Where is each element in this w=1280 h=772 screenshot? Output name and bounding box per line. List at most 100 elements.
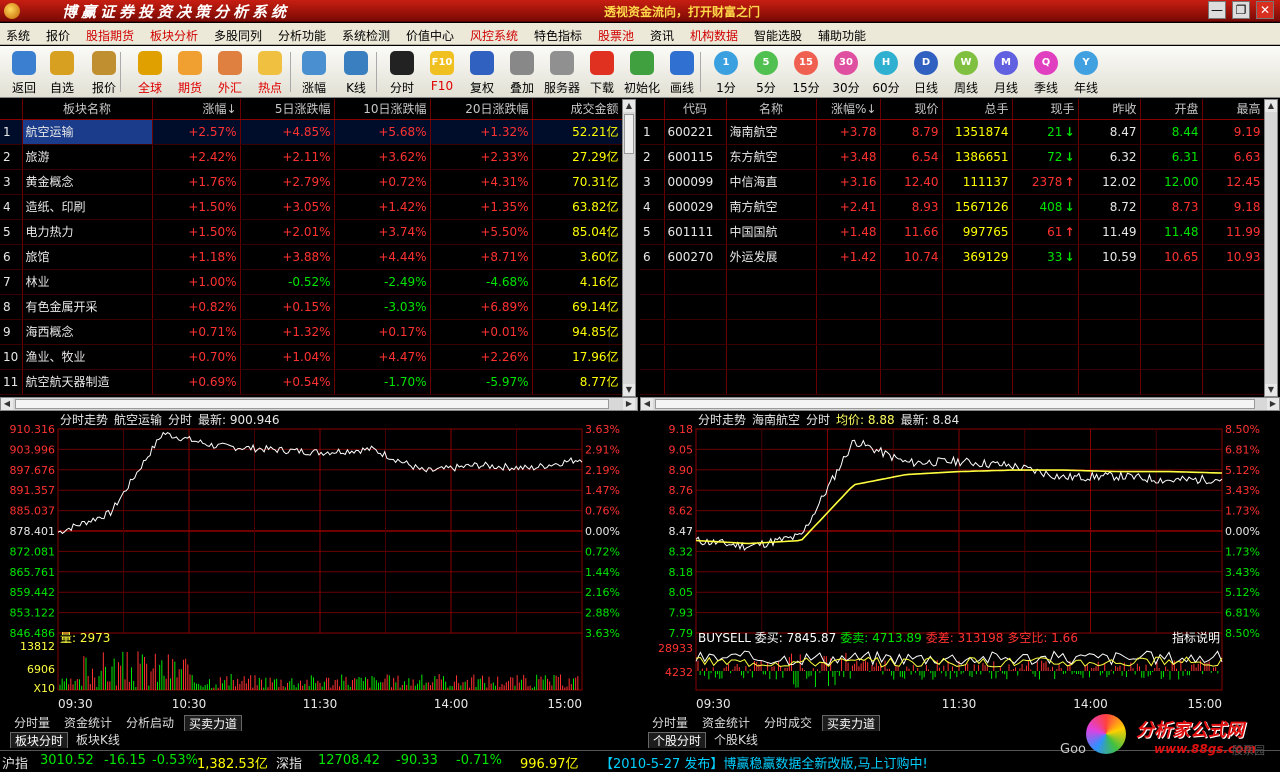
toolbar-period-15-button[interactable]: 15 15分: [788, 50, 824, 96]
stock-row[interactable]: 4 600029 南方航空 +2.41 8.93 1567126 408 ↓ 8.72 8.73 9…: [640, 194, 1265, 220]
scroll-up-icon[interactable]: ▲: [623, 100, 635, 112]
menu-item-14[interactable]: 辅助功能: [818, 27, 866, 44]
toolbar-kline-button[interactable]: K线: [338, 50, 374, 96]
sector-row[interactable]: 4 造纸、印刷 +1.50% +3.05% +1.42% +1.35% 63.82亿: [0, 194, 623, 220]
stock-col-header[interactable]: 现手: [1012, 99, 1079, 120]
stock-col-header[interactable]: 总手: [942, 99, 1013, 120]
news-ticker[interactable]: 【2010-5-27 发布】博赢稳赢数据全新改版,马上订购中!: [600, 753, 928, 772]
indicator-help-link[interactable]: 指标说明: [1172, 630, 1220, 645]
menu-item-11[interactable]: 资讯: [650, 27, 674, 44]
sector-col-header[interactable]: 成交金额: [532, 99, 623, 120]
sector-row[interactable]: 7 林业 +1.00% -0.52% -2.49% -4.68% 4.16亿: [0, 269, 623, 295]
stock-col-header[interactable]: 昨收: [1078, 99, 1141, 120]
toolbar-home-button[interactable]: 初始化: [624, 50, 660, 96]
stock-row[interactable]: 1 600221 海南航空 +3.78 8.79 1351874 21 ↓ 8.47 8.44 9.…: [640, 119, 1265, 145]
sector-row[interactable]: 3 黄金概念 +1.76% +2.79% +0.72% +4.31% 70.31亿: [0, 169, 623, 195]
menu-item-13[interactable]: 智能选股: [754, 27, 802, 44]
tab-分时量[interactable]: 分时量: [648, 715, 692, 731]
stock-col-header[interactable]: 名称: [726, 99, 817, 120]
toolbar-hotspot-button[interactable]: 热点: [252, 50, 288, 96]
menu-item-9[interactable]: 特色指标: [534, 27, 582, 44]
toolbar-back-button[interactable]: 返回: [6, 50, 42, 96]
toolbar-draw-line-button[interactable]: 画线: [664, 50, 700, 96]
toolbar-restore-right-button[interactable]: 复权: [464, 50, 500, 96]
menu-item-4[interactable]: 多股同列: [214, 27, 262, 44]
sector-row[interactable]: 9 海西概念 +0.71% +1.32% +0.17% +0.01% 94.85亿: [0, 319, 623, 345]
sector-intraday-chart[interactable]: 分时走势 航空运输 分时 最新: 900.946 910.316 3.63% 903.996…: [0, 413, 638, 713]
stock-row[interactable]: 6 600270 外运发展 +1.42 10.74 369129 33 ↓ 10.59 10.65…: [640, 244, 1265, 270]
toolbar-rank-table-button[interactable]: 涨幅: [296, 50, 332, 96]
sector-col-header[interactable]: 5日涨跌幅: [240, 99, 335, 120]
menu-item-3[interactable]: 板块分析: [150, 27, 198, 44]
menu-item-10[interactable]: 股票池: [598, 27, 634, 44]
toolbar-intraday-button[interactable]: 分时: [384, 50, 420, 96]
sector-hscroll[interactable]: ◀ ▶: [0, 397, 638, 411]
toolbar-futures-button[interactable]: 期货: [172, 50, 208, 96]
menu-item-5[interactable]: 分析功能: [278, 27, 326, 44]
scroll-right-icon[interactable]: ▶: [623, 398, 635, 410]
tab-买卖力道[interactable]: 买卖力道: [184, 715, 243, 731]
stock-row[interactable]: 2 600115 东方航空 +3.48 6.54 1386651 72 ↓ 6.32 6.31 6.…: [640, 144, 1265, 170]
close-button[interactable]: ✕: [1256, 1, 1274, 19]
sector-col-header[interactable]: 10日涨跌幅: [334, 99, 431, 120]
toolbar-f10-button[interactable]: F10 F10: [424, 50, 460, 96]
sh-index-name[interactable]: 沪指: [2, 753, 28, 772]
tab-板块K线[interactable]: 板块K线: [72, 732, 124, 748]
tab-分析启动[interactable]: 分析启动: [122, 715, 178, 731]
toolbar-period-year-button[interactable]: Y 年线: [1068, 50, 1104, 96]
sector-row[interactable]: 1 航空运输 +2.57% +4.85% +5.68% +1.32% 52.21亿: [0, 119, 623, 145]
toolbar-period-week-button[interactable]: W 周线: [948, 50, 984, 96]
menu-item-7[interactable]: 价值中心: [406, 27, 454, 44]
stock-col-header[interactable]: 开盘: [1140, 99, 1203, 120]
menu-item-8[interactable]: 风控系统: [470, 27, 518, 44]
toolbar-period-season-button[interactable]: Q 季线: [1028, 50, 1064, 96]
stock-col-header[interactable]: 最高: [1202, 99, 1265, 120]
stock-intraday-chart[interactable]: 分时走势 海南航空 分时 均价: 8.88 最新: 8.84 9.18 8.50% 9.05 6…: [640, 413, 1280, 713]
tab-分时量[interactable]: 分时量: [10, 715, 54, 731]
toolbar-period-5-button[interactable]: 5 5分: [748, 50, 784, 96]
scroll-up-icon[interactable]: ▲: [1265, 100, 1277, 112]
sector-col-header[interactable]: 20日涨跌幅: [430, 99, 533, 120]
scroll-left-icon[interactable]: ◀: [641, 398, 653, 410]
toolbar-download-button[interactable]: 下载: [584, 50, 620, 96]
toolbar-server-button[interactable]: 服务器: [544, 50, 580, 96]
toolbar-period-month-button[interactable]: M 月线: [988, 50, 1024, 96]
sector-vscroll[interactable]: ▲ ▼: [622, 99, 636, 397]
scroll-left-icon[interactable]: ◀: [1, 398, 13, 410]
tab-板块分时[interactable]: 板块分时: [10, 732, 69, 748]
stock-row[interactable]: 5 601111 中国国航 +1.48 11.66 997765 61 ↑ 11.49 11.48…: [640, 219, 1265, 245]
toolbar-overlay-button[interactable]: 叠加: [504, 50, 540, 96]
toolbar-forex-button[interactable]: 外汇: [212, 50, 248, 96]
sector-row[interactable]: 10 渔业、牧业 +0.70% +1.04% +4.47% +2.26% 17.96亿: [0, 344, 623, 370]
toolbar-quote-button[interactable]: 报价: [86, 50, 122, 96]
toolbar-period-60-button[interactable]: H 60分: [868, 50, 904, 96]
sector-row[interactable]: 11 航空航天器制造 +0.69% +0.54% -1.70% -5.97% 8.77亿: [0, 369, 623, 395]
stock-row[interactable]: 3 000099 中信海直 +3.16 12.40 111137 2378 ↑ 12.02 12.…: [640, 169, 1265, 195]
toolbar-period-1-button[interactable]: 1 1分: [708, 50, 744, 96]
scroll-down-icon[interactable]: ▼: [1265, 384, 1277, 396]
stock-col-header[interactable]: 现价: [880, 99, 943, 120]
toolbar-period-30-button[interactable]: 30 30分: [828, 50, 864, 96]
menu-item-2[interactable]: 股指期货: [86, 27, 134, 44]
sector-row[interactable]: 8 有色金属开采 +0.82% +0.15% -3.03% +6.89% 69.14亿: [0, 294, 623, 320]
restore-button[interactable]: ❐: [1232, 1, 1250, 19]
scroll-down-icon[interactable]: ▼: [623, 384, 635, 396]
toolbar-star-folder-button[interactable]: 自选: [44, 50, 80, 96]
sector-row[interactable]: 6 旅馆 +1.18% +3.88% +4.44% +8.71% 3.60亿: [0, 244, 623, 270]
sz-index-name[interactable]: 深指: [276, 753, 302, 772]
tab-买卖力道[interactable]: 买卖力道: [822, 715, 881, 731]
stock-col-header[interactable]: 代码: [664, 99, 727, 120]
tab-个股K线[interactable]: 个股K线: [710, 732, 762, 748]
minimize-button[interactable]: —: [1208, 1, 1226, 19]
stock-col-header[interactable]: [640, 99, 665, 120]
stock-hscroll[interactable]: ◀ ▶: [640, 397, 1280, 411]
toolbar-globe-button[interactable]: 全球: [132, 50, 168, 96]
menu-item-6[interactable]: 系统检测: [342, 27, 390, 44]
sector-col-header[interactable]: 板块名称: [22, 99, 153, 120]
menu-item-1[interactable]: 报价: [46, 27, 70, 44]
tab-资金统计[interactable]: 资金统计: [60, 715, 116, 731]
stock-col-header[interactable]: 涨幅%↓: [816, 99, 881, 120]
menu-item-12[interactable]: 机构数据: [690, 27, 738, 44]
sector-row[interactable]: 2 旅游 +2.42% +2.11% +3.62% +2.33% 27.29亿: [0, 144, 623, 170]
stock-vscroll[interactable]: ▲ ▼: [1264, 99, 1278, 397]
